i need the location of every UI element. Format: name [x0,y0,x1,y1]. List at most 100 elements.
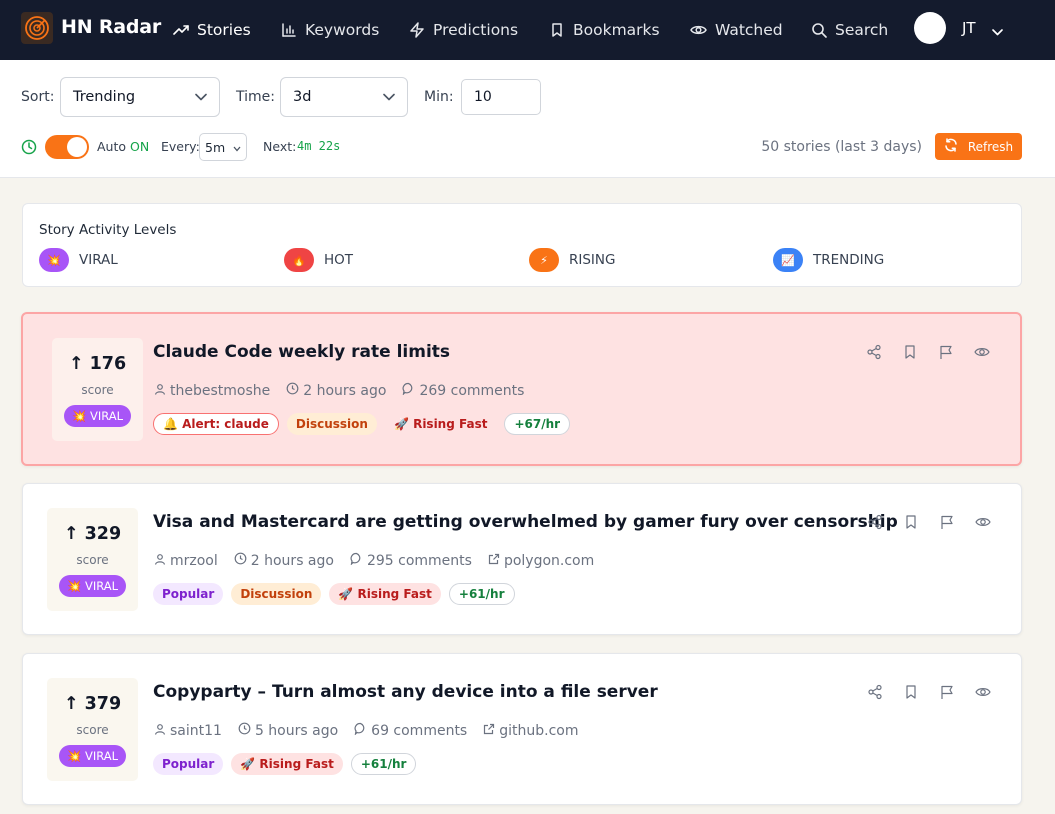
score-box: ↑ 379 score 💥 VIRAL [47,678,138,781]
story-title-link[interactable]: Claude Code weekly rate limits [153,342,450,362]
flag-icon[interactable] [939,684,955,700]
chart-up-icon: 📈 [773,248,803,272]
bookmark-icon[interactable] [903,684,919,700]
refresh-icon [944,138,958,155]
popular-tag: Popular [153,753,224,775]
flag-icon[interactable] [939,514,955,530]
story-actions [867,514,991,530]
story-title-link[interactable]: Visa and Mastercard are getting overwhel… [153,512,898,532]
velocity-tag: +67/hr [504,413,571,435]
score-label: score [76,723,109,737]
nav-item-search[interactable]: Search [811,0,888,60]
story-author[interactable]: thebestmoshe [154,382,270,399]
flag-icon[interactable] [938,344,954,360]
every-label: Every: [161,139,200,154]
nav-item-label: Predictions [433,21,519,39]
story-meta: saint11 5 hours ago 69 comments github.c… [154,722,578,739]
bookmark-icon[interactable] [903,514,919,530]
eye-icon[interactable] [974,344,990,360]
legend-label: RISING [569,252,616,268]
chevron-down-icon [195,89,207,105]
legend-item-rising: ⚡ RISING [529,248,615,272]
interval-select[interactable]: 5m [199,133,247,161]
nav-item-label: Stories [197,21,251,39]
clock-icon [238,722,251,739]
zap-icon [409,22,425,38]
story-author[interactable]: mrzool [154,552,218,569]
eye-icon[interactable] [975,514,991,530]
refresh-label: Refresh [967,139,1014,154]
story-comments[interactable]: 269 comments [402,382,524,399]
nav-item-keywords[interactable]: Keywords [281,0,379,60]
time-label: Time: [236,89,275,105]
sort-label: Sort: [21,89,55,105]
story-tags: 🔔 Alert: claude Discussion 🚀 Rising Fast… [153,413,571,435]
story-card[interactable]: ↑ 329 score 💥 VIRAL Visa and Mastercard … [22,483,1022,635]
nav-item-watched[interactable]: Watched [690,0,783,60]
story-comments[interactable]: 295 comments [350,552,472,569]
legend-label: TRENDING [813,252,885,268]
refresh-button[interactable]: Refresh [935,133,1022,160]
sort-value: Trending [73,89,136,105]
search-icon [811,22,827,38]
rising-fast-tag: 🚀 Rising Fast [231,753,343,775]
legend-item-trending: 📈 TRENDING [773,248,884,272]
filter-bar: Sort: Trending Time: 3d Min: Auto ON Eve… [0,60,1055,178]
story-comments[interactable]: 69 comments [354,722,467,739]
story-author[interactable]: saint11 [154,722,222,739]
min-score-input[interactable] [461,79,541,115]
fire-icon: 🔥 [284,248,314,272]
story-card[interactable]: ↑ 379 score 💥 VIRAL Copyparty – Turn alm… [22,653,1022,805]
avatar[interactable] [914,12,946,44]
time-value: 3d [293,89,312,105]
eye-icon[interactable] [975,684,991,700]
alert-tag[interactable]: 🔔 Alert: claude [153,413,279,435]
discussion-tag: Discussion [286,413,377,435]
share-icon[interactable] [867,684,883,700]
share-icon[interactable] [866,344,882,360]
score-value: ↑ 176 [68,354,127,374]
clock-icon [286,382,299,399]
score-value: ↑ 379 [63,694,122,714]
bookmark-icon[interactable] [902,344,918,360]
radar-logo-icon[interactable] [21,12,53,44]
next-countdown: 4m 22s [297,139,341,153]
nav-item-stories[interactable]: Stories [173,0,251,60]
auto-refresh-toggle[interactable] [45,135,89,159]
story-time: 2 hours ago [286,382,386,399]
clock-icon [21,139,37,159]
nav-item-bookmarks[interactable]: Bookmarks [549,0,660,60]
story-time: 2 hours ago [234,552,334,569]
nav-item-label: Keywords [305,21,380,39]
score-label: score [76,553,109,567]
popular-tag: Popular [153,583,224,605]
user-initials[interactable]: JT [962,19,976,37]
sort-select[interactable]: Trending [60,77,220,117]
legend-item-hot: 🔥 HOT [284,248,353,272]
chevron-down-icon [233,140,241,155]
time-select[interactable]: 3d [280,77,408,117]
chevron-down-icon[interactable] [991,22,1004,41]
eye-icon [690,22,707,38]
story-actions [866,344,990,360]
story-domain-link[interactable]: github.com [483,722,578,739]
velocity-tag: +61/hr [448,583,515,605]
lightning-icon: ⚡ [529,248,559,272]
nav-item-label: Watched [715,21,783,39]
bookmark-icon [549,22,565,38]
brand-name[interactable]: HN Radar [61,16,161,38]
nav-item-label: Search [835,21,889,39]
story-domain-link[interactable]: polygon.com [488,552,594,569]
story-title-link[interactable]: Copyparty – Turn almost any device into … [153,682,658,702]
share-icon[interactable] [867,514,883,530]
user-icon [154,383,166,399]
legend-title: Story Activity Levels [39,222,177,238]
chevron-down-icon [383,89,395,105]
clock-icon [234,552,247,569]
auto-label-text: Auto [97,139,127,154]
nav-item-predictions[interactable]: Predictions [409,0,518,60]
score-value: ↑ 329 [63,524,122,544]
story-tags: Popular Discussion 🚀 Rising Fast +61/hr [153,583,515,605]
next-label: Next: [263,139,297,154]
story-card[interactable]: ↑ 176 score 💥 VIRAL Claude Code weekly r… [21,312,1022,466]
